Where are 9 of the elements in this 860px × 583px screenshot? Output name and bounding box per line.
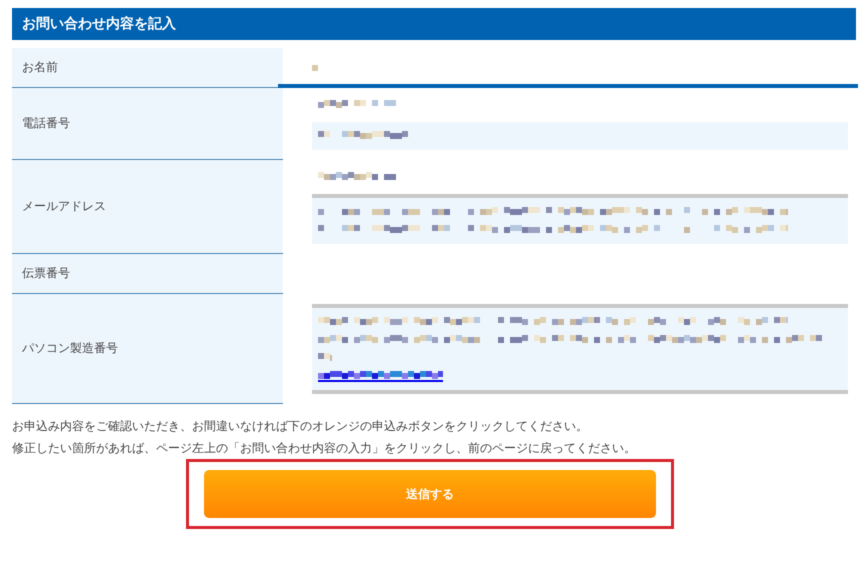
field-label: 伝票番号 [12, 254, 283, 294]
field-label: お名前 [12, 48, 283, 88]
instruction-text: お申込み内容をご確認いただき、お間違いなければ下のオレンジの申込みボタンをクリックしてください。 [12, 418, 589, 435]
field-label: メールアドレス [12, 160, 283, 254]
field-label: 電話番号 [12, 88, 283, 160]
field-label: パソコン製造番号 [12, 294, 283, 404]
instruction-text: 修正したい箇所があれば、ページ左上の「お問い合わせ内容の入力」をクリックし、前のページに戻ってください。 [12, 440, 637, 457]
section-title: お問い合わせ内容を記入 [12, 8, 856, 40]
submit-button[interactable]: 送信する [204, 470, 656, 518]
